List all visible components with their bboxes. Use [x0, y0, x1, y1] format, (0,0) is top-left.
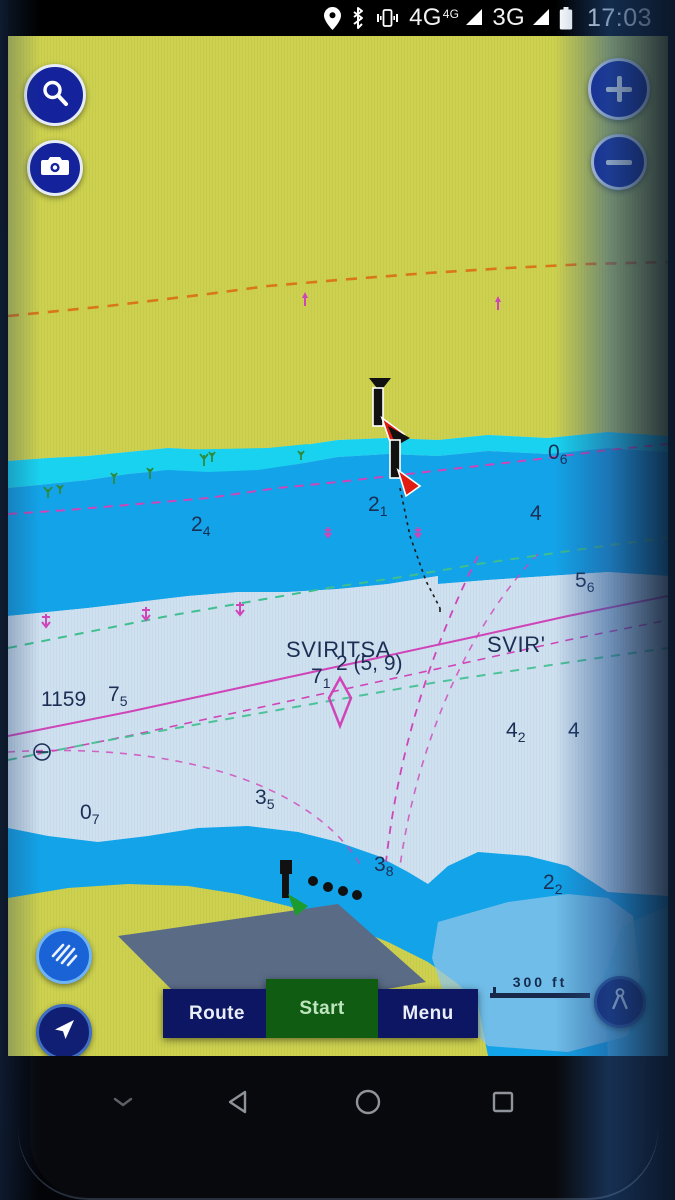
divider-compass-icon [607, 987, 633, 1018]
back-triangle-icon [225, 1088, 251, 1116]
battery-icon [559, 6, 573, 30]
recents-square-icon [490, 1089, 516, 1115]
home-circle-icon [354, 1088, 382, 1116]
app-screen[interactable]: SVIRITSA SVIR' 24 21 4 06 56 1159 75 71 … [8, 36, 668, 1056]
depth-sounding: 56 [575, 569, 595, 596]
camera-icon [41, 154, 69, 183]
depth-sounding: 22 [543, 871, 563, 898]
minus-icon [606, 149, 632, 175]
depth-sounding: 4 [530, 502, 542, 525]
depth-sounding: 24 [191, 513, 211, 540]
bottom-toolbar: Route Start Menu [163, 979, 478, 1038]
scale-bar-line [490, 987, 590, 998]
start-button[interactable]: Start [266, 979, 378, 1038]
depth-sounding: 2 (5, 9) [336, 652, 403, 675]
status-bar: 4G 4G 3G 17:03 [8, 0, 668, 36]
search-button[interactable] [24, 64, 86, 126]
zoom-in-button[interactable] [588, 58, 650, 120]
vibrate-icon [375, 8, 400, 28]
map-layers-button[interactable] [36, 928, 92, 984]
bluetooth-icon [350, 6, 366, 30]
layers-icon [49, 939, 79, 974]
scale-bar: 300 ft [490, 974, 590, 998]
search-icon [40, 78, 70, 113]
measure-tool-button[interactable] [594, 976, 646, 1028]
depth-sounding: 21 [368, 493, 388, 520]
recents-button[interactable] [438, 1078, 568, 1126]
depth-sounding: 4 [568, 719, 580, 742]
chevron-down-icon [112, 1095, 134, 1109]
locate-me-button[interactable] [36, 1004, 92, 1056]
signal-3g-icon: 3G [492, 6, 550, 30]
depth-sounding: 1159 [41, 688, 87, 711]
depth-sounding: 71 [311, 665, 331, 692]
plus-icon [606, 76, 632, 102]
depth-sounding: 38 [374, 853, 394, 880]
navigation-arrow-icon [51, 1017, 77, 1048]
home-button[interactable] [298, 1078, 438, 1126]
android-nav-bar [30, 1056, 646, 1200]
depth-sounding: 07 [80, 801, 100, 828]
camera-button[interactable] [27, 140, 83, 196]
hide-nav-button[interactable] [68, 1078, 178, 1126]
depth-sounding: 75 [108, 683, 128, 710]
back-button[interactable] [178, 1078, 298, 1126]
route-button[interactable]: Route [163, 989, 266, 1038]
depth-sounding: 35 [255, 786, 275, 813]
depth-sounding: 06 [548, 441, 568, 468]
zoom-out-button[interactable] [591, 134, 647, 190]
phone-device: 4G 4G 3G 17:03 SVIRITSA SVIR' 24 21 4 06… [0, 0, 675, 1200]
scale-bar-label: 300 ft [512, 974, 568, 990]
menu-button[interactable]: Menu [378, 989, 478, 1038]
signal-4g-icon: 4G 4G [409, 6, 483, 30]
nautical-chart[interactable] [8, 36, 668, 1056]
location-pin-icon [324, 6, 342, 30]
status-bar-clock: 17:03 [586, 3, 652, 32]
chart-place-label: SVIR' [487, 632, 546, 657]
depth-sounding: 42 [506, 719, 526, 746]
